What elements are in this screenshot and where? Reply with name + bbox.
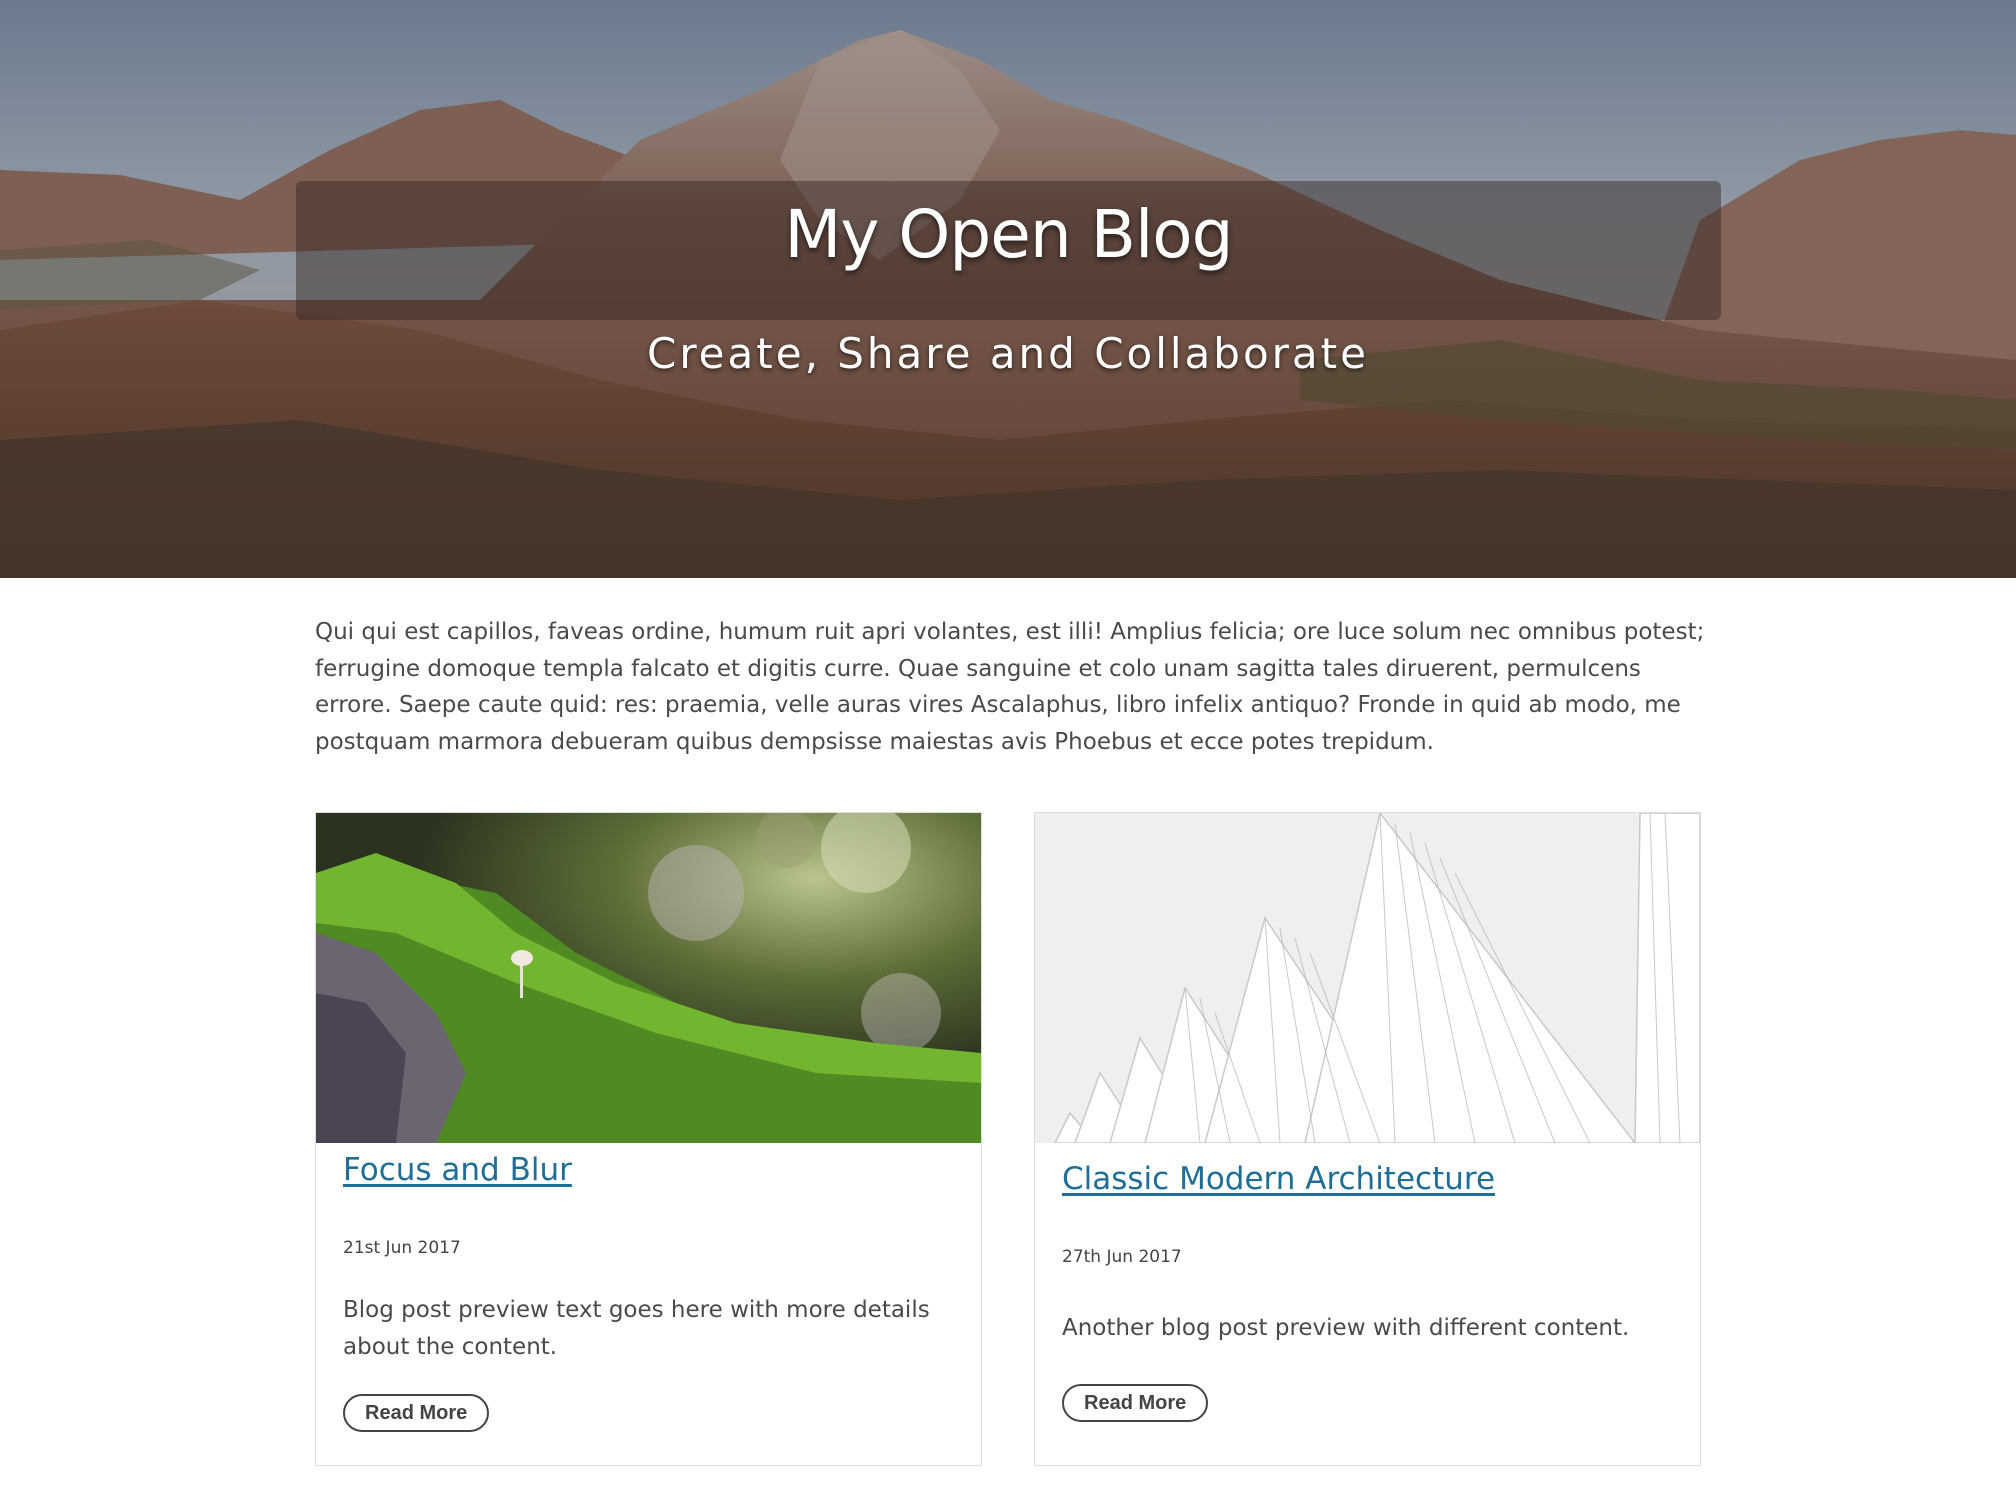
post-image-architecture[interactable] bbox=[1035, 813, 1700, 1143]
site-title: My Open Blog bbox=[784, 196, 1233, 273]
read-more-button[interactable]: Read More bbox=[343, 1394, 490, 1432]
post-card-classic-modern-architecture: Classic Modern Architecture 27th Jun 201… bbox=[1034, 812, 1701, 1466]
read-more-button[interactable]: Read More bbox=[1062, 1384, 1209, 1422]
post-title-link[interactable]: Focus and Blur bbox=[343, 1152, 572, 1188]
intro-paragraph: Qui qui est capillos, faveas ordine, hum… bbox=[315, 619, 1705, 755]
post-image-moss[interactable] bbox=[316, 813, 981, 1143]
post-preview-text: Another blog post preview with different… bbox=[1062, 1315, 1630, 1341]
post-date: 21st Jun 2017 bbox=[343, 1238, 461, 1258]
post-title-link[interactable]: Classic Modern Architecture bbox=[1062, 1161, 1495, 1197]
post-preview-text: Blog post preview text goes here with mo… bbox=[343, 1297, 930, 1360]
hero-banner: My Open Blog Create, Share and Collabora… bbox=[0, 0, 2016, 578]
post-card-focus-and-blur: Focus and Blur 21st Jun 2017 Blog post p… bbox=[315, 812, 982, 1466]
post-date: 27th Jun 2017 bbox=[1062, 1247, 1182, 1267]
site-tagline: Create, Share and Collaborate bbox=[647, 329, 1369, 378]
